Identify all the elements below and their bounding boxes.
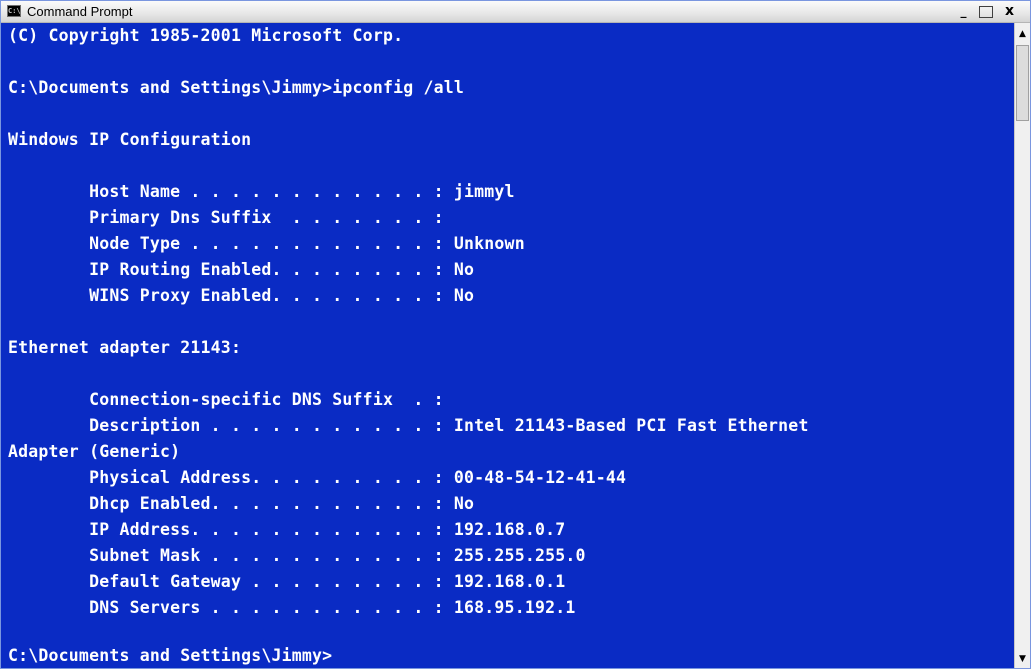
console-line: WINS Proxy Enabled. . . . . . . . : No: [8, 286, 475, 305]
console-line: Primary Dns Suffix . . . . . . . :: [8, 208, 444, 227]
scrollbar-thumb[interactable]: [1016, 45, 1029, 121]
vertical-scrollbar[interactable]: ▲ ▼: [1014, 23, 1030, 668]
console-line: Host Name . . . . . . . . . . . . : jimm…: [8, 182, 515, 201]
console-line: Physical Address. . . . . . . . . : 00-4…: [8, 468, 627, 487]
console-line: Default Gateway . . . . . . . . . : 192.…: [8, 572, 566, 591]
console-line: Ethernet adapter 21143:: [8, 338, 242, 357]
console-line: (C) Copyright 1985-2001 Microsoft Corp.: [8, 26, 404, 45]
console-line: IP Address. . . . . . . . . . . . : 192.…: [8, 520, 566, 539]
console-line: Dhcp Enabled. . . . . . . . . . . : No: [8, 494, 475, 513]
console-line: Adapter (Generic): [8, 442, 181, 461]
maximize-button[interactable]: [979, 6, 993, 18]
console-line: IP Routing Enabled. . . . . . . . : No: [8, 260, 475, 279]
console-line: Windows IP Configuration: [8, 130, 252, 149]
console-output[interactable]: (C) Copyright 1985-2001 Microsoft Corp. …: [1, 23, 1014, 668]
cmd-app-icon[interactable]: C:\: [7, 5, 21, 17]
console-prompt-line[interactable]: C:\Documents and Settings\Jimmy>: [8, 643, 332, 668]
console-line: Description . . . . . . . . . . . : Inte…: [8, 416, 809, 435]
scroll-up-arrow-icon[interactable]: ▲: [1015, 26, 1030, 42]
command-prompt-window: C:\ Command Prompt _ x (C) Copyright 198…: [0, 0, 1031, 669]
window-title: Command Prompt: [27, 4, 133, 19]
minimize-button[interactable]: _: [955, 4, 972, 20]
close-button[interactable]: x: [1001, 4, 1018, 20]
console-line: DNS Servers . . . . . . . . . . . : 168.…: [8, 598, 576, 617]
console-line: Node Type . . . . . . . . . . . . : Unkn…: [8, 234, 525, 253]
console-line: Subnet Mask . . . . . . . . . . . : 255.…: [8, 546, 586, 565]
console-line: C:\Documents and Settings\Jimmy>ipconfig…: [8, 78, 465, 97]
title-bar[interactable]: C:\ Command Prompt _ x: [1, 1, 1030, 23]
console-line: Connection-specific DNS Suffix . :: [8, 390, 444, 409]
scroll-down-arrow-icon[interactable]: ▼: [1015, 651, 1030, 667]
